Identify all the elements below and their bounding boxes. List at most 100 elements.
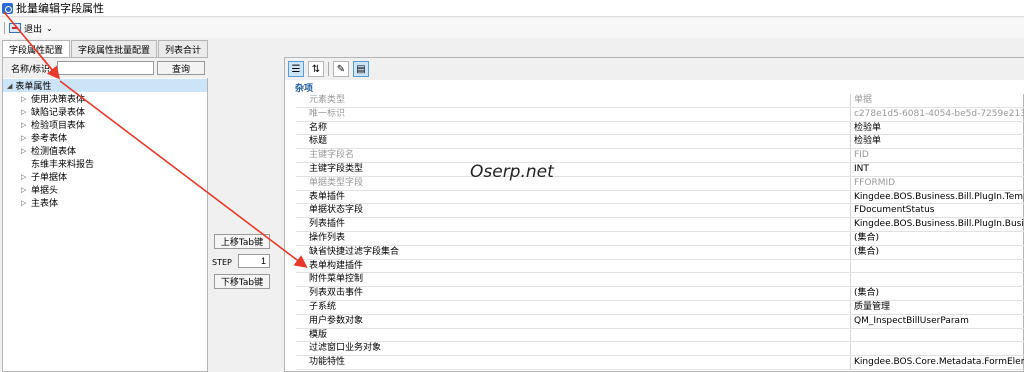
property-value[interactable]: FID [851, 149, 1024, 162]
property-name: 过滤窗口业务对象 [296, 342, 851, 356]
property-row[interactable]: 缺省快捷过滤字段集合 (集合) [296, 245, 1024, 260]
property-row[interactable]: 表单构建插件 [296, 259, 1024, 274]
tree-root-form-properties[interactable]: ◢ 表单属性 [3, 79, 207, 92]
category-label: 杂项 [295, 83, 314, 94]
property-row[interactable]: 名称 检验单 [296, 121, 1024, 136]
window-title: 批量编辑字段属性 [16, 2, 104, 15]
property-row[interactable]: 功能特性Kingdee.BOS.Core.Metadata.FormElemen… [296, 356, 1024, 370]
property-row[interactable]: 用户参数对象 QM_InspectBillUserParam [296, 314, 1024, 329]
property-row[interactable]: 表单插件 Kingdee.BOS.Business.Bill.PlugIn.Tem… [296, 190, 1024, 205]
property-name: 子系统 [296, 300, 851, 314]
property-name: 名称 [296, 121, 851, 135]
property-value[interactable]: FDocumentStatus [851, 204, 1024, 217]
property-value[interactable]: 质量管理 [851, 301, 1024, 314]
property-value[interactable]: (集合) [851, 287, 1024, 300]
property-value[interactable]: 检验单 [851, 135, 1024, 148]
property-row[interactable]: 子系统 质量管理 [296, 300, 1024, 315]
tree-item-label: 检测值表体 [31, 147, 77, 157]
property-name: 列表插件 [296, 218, 851, 231]
tree-item[interactable]: ▷ 单据头 [3, 183, 207, 197]
collapsed-triangle-icon[interactable]: ▷ [21, 147, 31, 155]
property-row[interactable]: 模版 [296, 328, 1024, 343]
chevron-down-icon[interactable]: ⌄ [46, 24, 53, 33]
property-value[interactable]: (集合) [851, 246, 1024, 259]
expanded-triangle-icon[interactable]: ◢ [7, 82, 12, 90]
property-name: 操作列表 [296, 231, 851, 245]
property-category-misc[interactable]: 杂项 [285, 80, 1024, 94]
property-value[interactable]: 检验单 [851, 122, 1024, 135]
property-value[interactable]: 单据 [851, 94, 1024, 107]
field-tree: ◢ 表单属性 ▷ 使用决策表体 ▷ 缺陷记录表体 ▷ 检验项目表体 ▷ 参考表体 ▷ 检测… [3, 79, 207, 209]
alphabetical-sort-icon[interactable]: ⇅ [308, 61, 324, 77]
field-tree-panel: 名称/标识 查询 ◢ 表单属性 ▷ 使用决策表体 ▷ 缺陷记录表体 ▷ 检验项目表体 … [2, 57, 209, 372]
tab-field-property-config[interactable]: 字段属性配置 [2, 40, 71, 57]
search-button[interactable]: 查询 [157, 61, 205, 75]
step-label: STEP [212, 258, 232, 267]
property-row[interactable]: 单据类型字段 FFORMID [296, 176, 1024, 191]
property-value[interactable]: (集合) [851, 232, 1024, 245]
toolbar-separator [328, 62, 329, 76]
property-row[interactable]: 列表双击事件 (集合) [296, 287, 1024, 301]
property-value[interactable]: QM_InspectBillUserParam [851, 315, 1024, 328]
step-input[interactable] [238, 254, 270, 268]
property-name: 主键字段类型 [296, 162, 851, 176]
property-pages-icon[interactable]: ▤ [353, 61, 369, 77]
property-row[interactable]: 唯一标识 c278e1d5-6081-4054-be5d-7259e2134c0 [296, 107, 1024, 122]
exit-icon [9, 23, 21, 33]
search-input[interactable] [57, 61, 154, 75]
tree-item[interactable]: ▷ 使用决策表体 [3, 92, 207, 106]
watermark: Oserp.net [470, 162, 554, 182]
property-value[interactable] [851, 342, 1024, 355]
property-row[interactable]: 列表插件 Kingdee.BOS.Business.Bill.PlugIn.Bus… [296, 218, 1024, 232]
tree-item[interactable]: ▷ 检测值表体 [3, 144, 207, 158]
property-row[interactable]: 主键字段类型 INT [296, 162, 1024, 177]
tree-item[interactable]: ▷ 参考表体 [3, 131, 207, 145]
property-value[interactable]: Kingdee.BOS.Core.Metadata.FormElement [851, 356, 1024, 369]
main-toolbar: 退出 ⌄ [0, 18, 1024, 38]
property-value[interactable]: INT [851, 163, 1024, 176]
tree-item[interactable]: 东维丰来料报告 [3, 157, 207, 170]
tab-list-total[interactable]: 列表合计 [158, 40, 209, 57]
property-value[interactable]: Kingdee.BOS.Business.Bill.PlugIn.Templat… [851, 191, 1024, 204]
property-value[interactable]: FFORMID [851, 177, 1024, 190]
property-value[interactable]: c278e1d5-6081-4054-be5d-7259e2134c0 [851, 108, 1024, 121]
property-value[interactable] [851, 329, 1024, 342]
property-row[interactable]: 元素类型 单据 [296, 94, 1024, 108]
property-row[interactable]: 单据状态字段 FDocumentStatus [296, 204, 1024, 219]
collapsed-triangle-icon[interactable]: ▷ [21, 186, 31, 194]
collapsed-triangle-icon[interactable]: ▷ [21, 134, 31, 142]
property-row[interactable]: 主键字段名 FID [296, 149, 1024, 163]
collapsed-triangle-icon[interactable]: ▷ [21, 95, 31, 103]
collapsed-triangle-icon[interactable]: ▷ [21, 108, 31, 116]
property-grid-toolbar: ☰ ⇅ ✎ ▤ [285, 58, 1024, 80]
move-down-tab-button[interactable]: 下移Tab键 [214, 274, 270, 289]
property-value[interactable] [851, 260, 1024, 273]
property-row[interactable]: 操作列表 (集合) [296, 231, 1024, 246]
property-name: 功能特性 [296, 356, 851, 369]
property-name: 标题 [296, 135, 851, 149]
property-name: 表单插件 [296, 190, 851, 204]
property-value[interactable] [851, 273, 1024, 286]
categorized-view-icon[interactable]: ☰ [288, 61, 304, 77]
property-row[interactable]: 过滤窗口业务对象 [296, 342, 1024, 357]
property-row[interactable]: 附件菜单控制 [296, 273, 1024, 288]
collapsed-triangle-icon[interactable]: ▷ [21, 173, 31, 181]
tree-item-label: 参考表体 [31, 134, 68, 144]
collapsed-triangle-icon[interactable]: ▷ [21, 121, 31, 129]
tab-field-property-batch-config[interactable]: 字段属性批量配置 [71, 40, 158, 57]
property-name: 单据状态字段 [296, 204, 851, 218]
collapsed-triangle-icon[interactable]: ▷ [21, 199, 31, 207]
property-row[interactable]: 标题 检验单 [296, 135, 1024, 150]
tree-item[interactable]: ▷ 主表体 [3, 196, 207, 210]
tree-item-label: 子单据体 [31, 173, 68, 183]
tree-item[interactable]: ▷ 检验项目表体 [3, 118, 207, 132]
property-name: 主键字段名 [296, 149, 851, 162]
tree-item[interactable]: ▷ 缺陷记录表体 [3, 105, 207, 119]
tree-item-label: 使用决策表体 [31, 95, 86, 105]
property-name: 表单构建插件 [296, 259, 851, 273]
move-up-tab-button[interactable]: 上移Tab键 [214, 234, 270, 249]
exit-button[interactable]: 退出 ⌄ [9, 22, 53, 35]
properties-view-icon[interactable]: ✎ [333, 61, 349, 77]
property-value[interactable]: Kingdee.BOS.Business.Bill.PlugIn.Busines… [851, 218, 1024, 231]
tree-item[interactable]: ▷ 子单据体 [3, 170, 207, 184]
